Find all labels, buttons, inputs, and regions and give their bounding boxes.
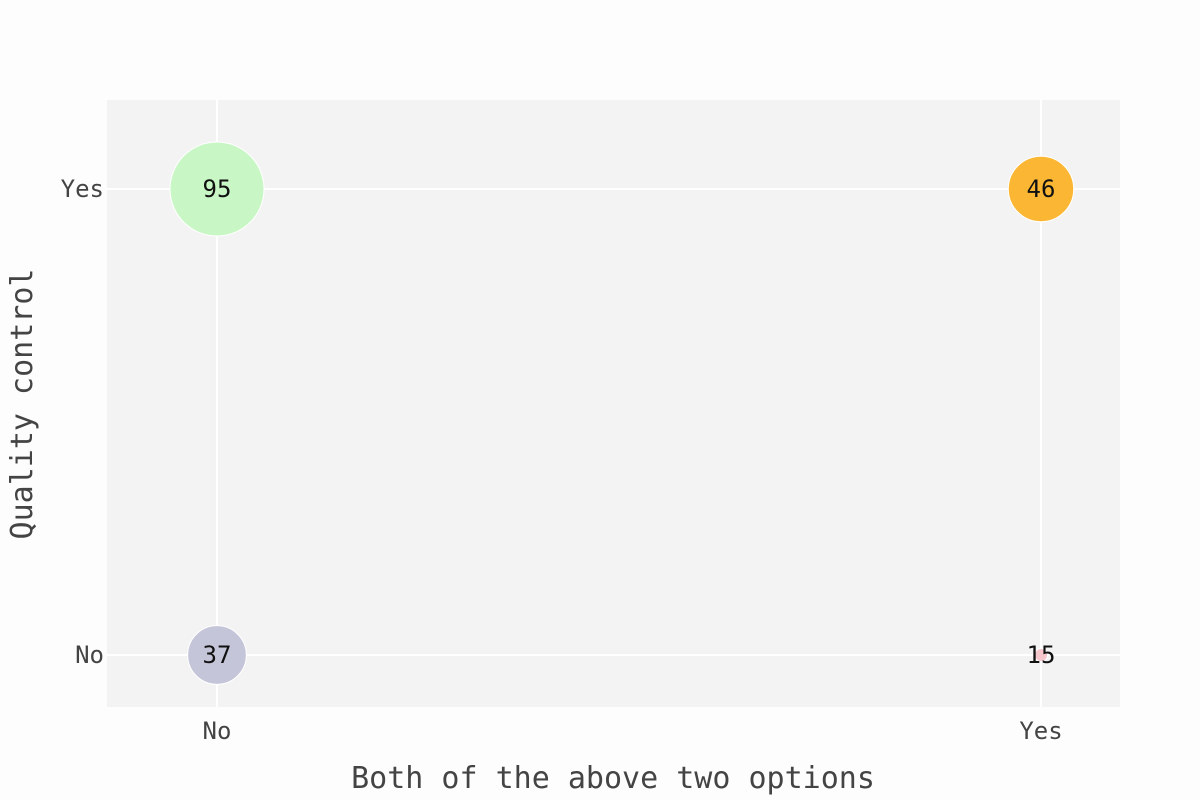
x-tick-label: No [203, 717, 232, 745]
y-axis-ticks: No Yes [61, 175, 104, 669]
y-tick-label: No [75, 641, 104, 669]
y-axis-title: Quality control [5, 269, 40, 540]
bubble-value-label: 37 [203, 641, 232, 669]
bubble-value-label: 46 [1027, 175, 1056, 203]
y-tick-label: Yes [61, 175, 104, 203]
bubble-chart: 95 46 37 15 No Yes No Yes Both of the above t… [5, 100, 1120, 796]
x-tick-label: Yes [1019, 717, 1062, 745]
x-axis-title: Both of the above two options [351, 761, 875, 796]
bubble-value-label: 95 [203, 175, 232, 203]
x-axis-ticks: No Yes [203, 717, 1063, 745]
bubble-value-label: 15 [1027, 641, 1056, 669]
